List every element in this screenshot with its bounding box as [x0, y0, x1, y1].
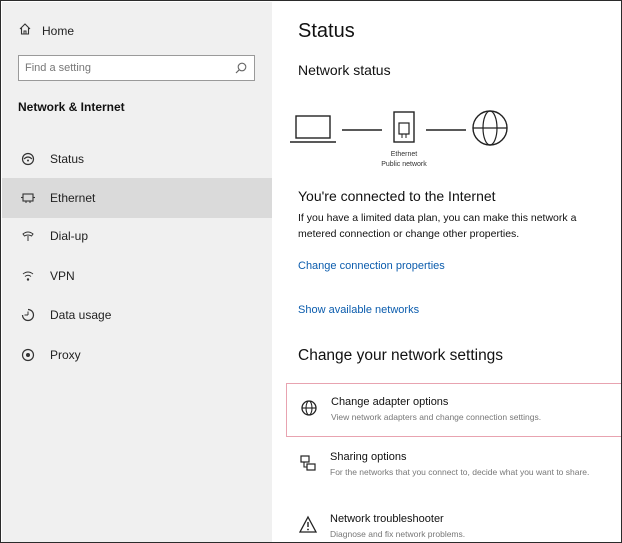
connected-desc-line: metered connection or change other prope…: [298, 228, 520, 240]
option-description: For the networks that you connect to, de…: [330, 467, 590, 477]
settings-window: Home Find a setting Network & Internet S…: [0, 0, 622, 543]
network-diagram: Ethernet Public network: [290, 110, 508, 168]
ethernet-icon: [20, 190, 36, 206]
sidebar-item-proxy[interactable]: Proxy: [2, 335, 272, 375]
sidebar-item-vpn[interactable]: VPN: [2, 256, 272, 296]
option-description: View network adapters and change connect…: [331, 412, 542, 422]
connected-heading: You're connected to the Internet: [298, 188, 496, 204]
sidebar-item-ethernet[interactable]: Ethernet: [2, 178, 272, 218]
option-title: Network troubleshooter: [330, 513, 444, 525]
option-title: Change adapter options: [331, 396, 449, 408]
sidebar-item-data-usage[interactable]: Data usage: [2, 295, 272, 335]
change-connection-properties-link[interactable]: Change connection properties: [298, 260, 445, 272]
sidebar-item-label: Ethernet: [50, 191, 96, 205]
sidebar-item-label: Proxy: [50, 348, 81, 362]
vpn-icon: [20, 268, 36, 284]
connected-desc-line: If you have a limited data plan, you can…: [298, 212, 577, 224]
troubleshooter-icon: [298, 515, 318, 535]
diagram-network-label: Public network: [381, 161, 427, 168]
sharing-icon: [298, 453, 318, 473]
option-sharing[interactable]: Sharing options For the networks that yo…: [286, 439, 621, 493]
dialup-icon: [20, 228, 36, 244]
sidebar-item-label: Dial-up: [50, 229, 89, 243]
option-change-adapter[interactable]: Change adapter options View network adap…: [286, 383, 621, 437]
laptop-icon: [290, 115, 336, 143]
proxy-icon: [20, 347, 36, 363]
sidebar-item-status[interactable]: Status: [2, 139, 272, 179]
sidebar-item-label: VPN: [50, 269, 75, 283]
search-placeholder: Find a setting: [25, 62, 92, 74]
option-troubleshooter[interactable]: Network troubleshooter Diagnose and fix …: [286, 501, 621, 542]
sidebar-item-dialup[interactable]: Dial-up: [2, 216, 272, 256]
sidebar: Home Find a setting Network & Internet S…: [2, 2, 272, 542]
home-label: Home: [42, 23, 75, 38]
option-title: Sharing options: [330, 451, 407, 463]
connected-description: If you have a limited data plan, you can…: [298, 210, 621, 242]
search-input[interactable]: Find a setting: [18, 55, 255, 81]
ethernet-device-icon: [393, 111, 415, 143]
status-icon: [20, 151, 36, 167]
globe-icon: [472, 110, 508, 146]
search-icon[interactable]: [234, 61, 248, 75]
sidebar-item-label: Status: [50, 152, 85, 166]
section-title: Network & Internet: [18, 100, 125, 114]
data-usage-icon: [20, 307, 36, 323]
page-title: Status: [298, 20, 355, 42]
show-available-networks-link[interactable]: Show available networks: [298, 304, 419, 316]
option-description: Diagnose and fix network problems.: [330, 529, 466, 539]
home-nav-item[interactable]: Home: [18, 22, 74, 39]
network-status-heading: Network status: [298, 62, 391, 78]
adapter-icon: [299, 398, 319, 418]
change-settings-heading: Change your network settings: [298, 347, 504, 364]
diagram-device-label: Ethernet: [391, 151, 418, 158]
sidebar-item-label: Data usage: [50, 308, 112, 322]
home-icon: [18, 22, 32, 39]
main-content: Status Network status Ethernet Public ne…: [272, 2, 621, 542]
